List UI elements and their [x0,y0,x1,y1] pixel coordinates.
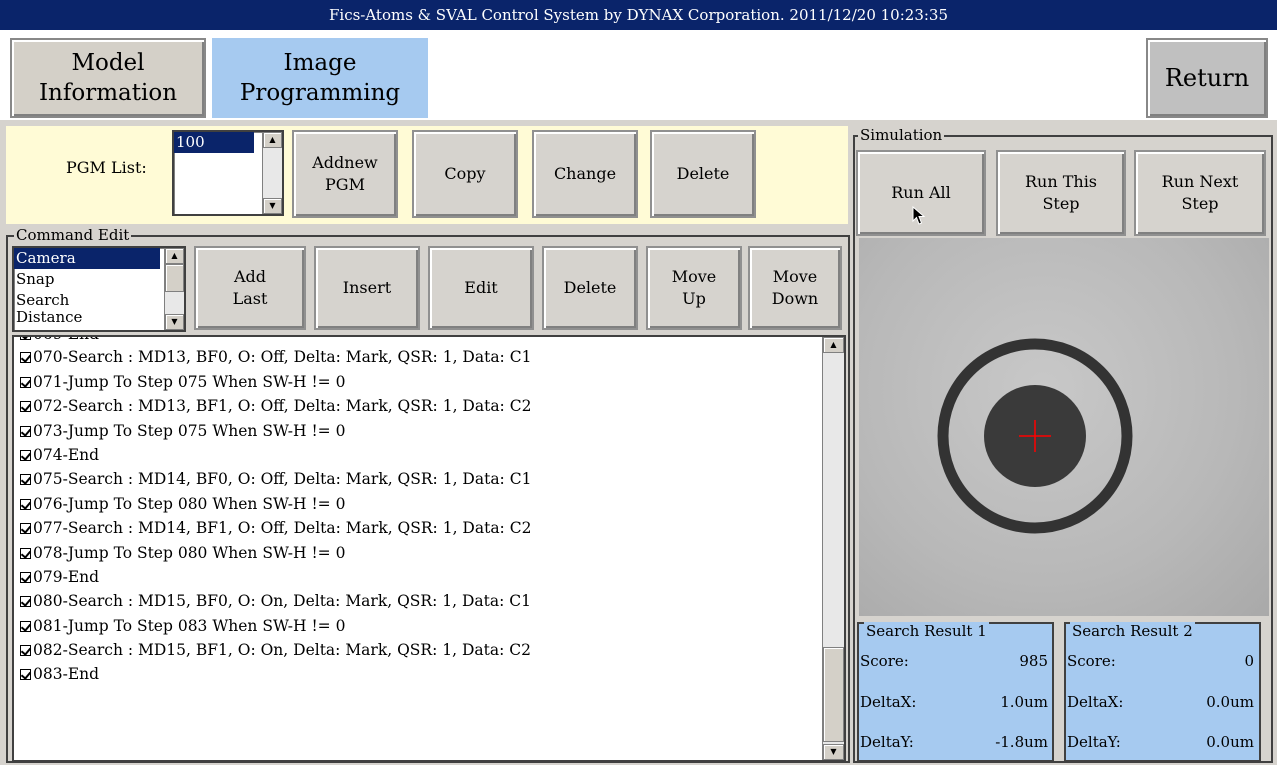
list-item[interactable]: 071-Jump To Step 075 When SW-H != 0 [20,370,345,394]
scroll-down-arrow-icon[interactable]: ▼ [263,198,282,214]
deltax-value: 1.0um [1000,693,1048,711]
list-item[interactable]: 080-Search : MD15, BF0, O: On, Delta: Ma… [20,589,531,613]
checkbox-checked-icon[interactable] [20,337,31,340]
command-edit-title: Command Edit [14,226,132,244]
command-type-item[interactable]: Distance [14,307,184,328]
camera-image [859,238,1269,616]
checkbox-checked-icon[interactable] [20,548,31,559]
command-type-item[interactable]: Camera [14,248,160,269]
checkbox-checked-icon[interactable] [20,377,31,388]
list-item[interactable]: 078-Jump To Step 080 When SW-H != 0 [20,541,345,565]
command-type-item[interactable]: Snap [14,269,184,290]
target-mark-image [937,338,1133,534]
delete-command-button[interactable]: Delete [542,246,638,330]
checkbox-checked-icon[interactable] [20,621,31,632]
mouse-cursor-icon [912,206,926,225]
checkbox-checked-icon[interactable] [20,401,31,412]
scroll-down-arrow-icon[interactable]: ▼ [165,314,184,330]
deltax-label: DeltaX: [1067,693,1124,711]
checkbox-checked-icon[interactable] [20,523,31,534]
list-item[interactable]: 070-Search : MD13, BF0, O: Off, Delta: M… [20,345,531,369]
list-item[interactable]: 077-Search : MD14, BF1, O: Off, Delta: M… [20,516,531,540]
pgm-scrollbar[interactable]: ▲ ▼ [262,132,282,214]
search-result-2-title: Search Result 2 [1070,622,1195,640]
deltay-label: DeltaY: [860,733,914,751]
simulation-title: Simulation [858,126,945,144]
checkbox-checked-icon[interactable] [20,669,31,680]
list-item[interactable]: 075-Search : MD14, BF0, O: Off, Delta: M… [20,467,531,491]
run-this-step-button[interactable]: Run This Step [996,150,1126,236]
checkbox-checked-icon[interactable] [20,474,31,485]
addnew-pgm-button[interactable]: Addnew PGM [292,130,398,218]
command-type-listbox[interactable]: Camera Snap Search Distance ▲ ▼ [12,246,186,332]
list-item[interactable]: 083-End [20,662,99,686]
score-value: 985 [1019,652,1048,670]
score-label: Score: [860,652,909,670]
deltay-value: 0.0um [1206,733,1254,751]
tab-model-information[interactable]: Model Information [10,38,206,118]
list-item[interactable]: 081-Jump To Step 083 When SW-H != 0 [20,614,345,638]
command-type-scrollbar[interactable]: ▲ ▼ [164,248,184,330]
checkbox-checked-icon[interactable] [20,426,31,437]
pgm-listbox[interactable]: 100 ▲ ▼ [172,130,284,216]
deltay-value: -1.8um [995,733,1048,751]
copy-pgm-button[interactable]: Copy [412,130,518,218]
move-down-button[interactable]: Move Down [748,246,842,330]
score-label: Score: [1067,652,1116,670]
scroll-down-arrow-icon[interactable]: ▼ [823,744,844,760]
deltax-label: DeltaX: [860,693,917,711]
list-item[interactable]: 079-End [20,565,99,589]
search-result-1-title: Search Result 1 [864,622,989,640]
scroll-thumb[interactable] [823,647,844,742]
list-item[interactable]: 073-Jump To Step 075 When SW-H != 0 [20,419,345,443]
scroll-up-arrow-icon[interactable]: ▲ [823,337,844,353]
list-item[interactable]: 082-Search : MD15, BF1, O: On, Delta: Ma… [20,638,531,662]
run-all-button[interactable]: Run All [856,150,986,236]
list-item[interactable]: 076-Jump To Step 080 When SW-H != 0 [20,492,345,516]
delete-pgm-button[interactable]: Delete [650,130,756,218]
scroll-thumb[interactable] [165,264,184,292]
pgm-list-label: PGM List: [66,158,147,177]
run-all-label: Run All [891,183,951,202]
checkbox-checked-icon[interactable] [20,645,31,656]
command-list-scrollbar[interactable]: ▲ ▼ [822,337,844,760]
list-item[interactable]: 072-Search : MD13, BF1, O: Off, Delta: M… [20,394,531,418]
insert-button[interactable]: Insert [314,246,420,330]
checkbox-checked-icon[interactable] [20,352,31,363]
pgm-list-item[interactable]: 100 [174,132,254,153]
checkbox-checked-icon[interactable] [20,499,31,510]
run-next-step-button[interactable]: Run Next Step [1134,150,1266,236]
move-up-button[interactable]: Move Up [646,246,742,330]
change-pgm-button[interactable]: Change [532,130,638,218]
deltay-label: DeltaY: [1067,733,1121,751]
score-value: 0 [1244,652,1254,670]
window-title: Fics-Atoms & SVAL Control System by DYNA… [0,0,1277,30]
edit-button[interactable]: Edit [428,246,534,330]
checkbox-checked-icon[interactable] [20,450,31,461]
scroll-up-arrow-icon[interactable]: ▲ [165,248,184,264]
list-item[interactable]: 074-End [20,443,99,467]
command-list[interactable]: 069-End 070-Search : MD13, BF0, O: Off, … [12,335,846,762]
checkbox-checked-icon[interactable] [20,596,31,607]
deltax-value: 0.0um [1206,693,1254,711]
add-last-button[interactable]: Add Last [194,246,306,330]
return-button[interactable]: Return [1146,38,1268,118]
checkbox-checked-icon[interactable] [20,572,31,583]
scroll-up-arrow-icon[interactable]: ▲ [263,132,282,148]
tab-image-programming[interactable]: Image Programming [212,38,428,118]
